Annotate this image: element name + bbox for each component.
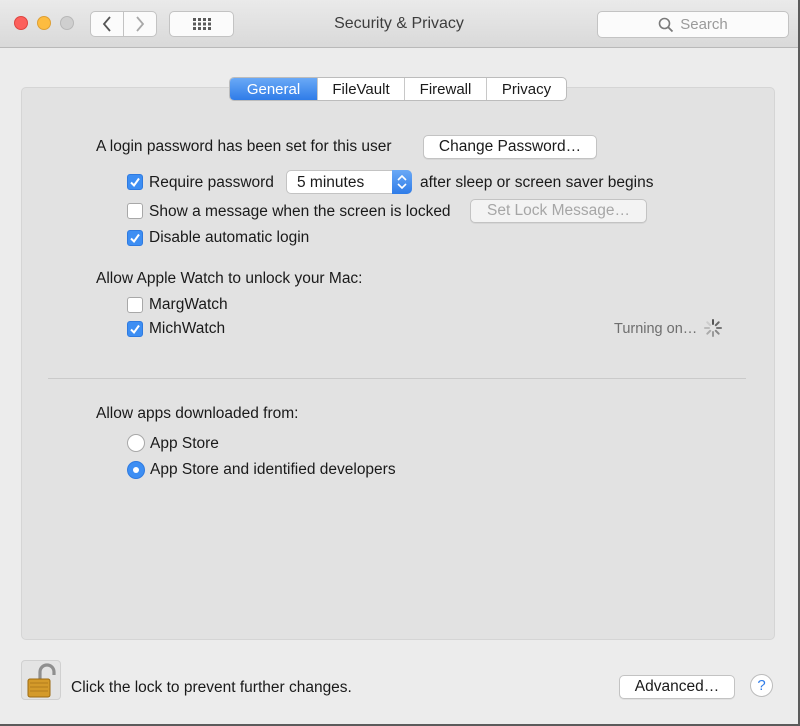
apple-watch-heading: Allow Apple Watch to unlock your Mac:	[96, 270, 363, 287]
history-navigation	[90, 11, 157, 37]
tab-privacy[interactable]: Privacy	[486, 78, 566, 100]
downloads-heading: Allow apps downloaded from:	[96, 405, 299, 422]
show-all-button[interactable]	[169, 11, 234, 37]
disable-auto-login-label: Disable automatic login	[149, 229, 310, 246]
lock-button[interactable]	[21, 660, 61, 700]
grid-icon	[192, 18, 211, 30]
require-password-checkbox[interactable]	[127, 174, 143, 190]
search-icon	[658, 17, 674, 32]
tab-bar: General FileVault Firewall Privacy	[229, 77, 567, 101]
preferences-window: Security & Privacy Search General FileVa…	[0, 0, 800, 726]
margwatch-checkbox[interactable]	[127, 297, 143, 313]
window-title: Security & Privacy	[334, 15, 464, 32]
identified-developers-radio[interactable]	[127, 461, 145, 479]
tab-general[interactable]: General	[230, 78, 317, 100]
tab-filevault[interactable]: FileVault	[317, 78, 404, 100]
search-field[interactable]: Search	[597, 11, 789, 38]
search-placeholder: Search	[680, 16, 728, 33]
watch-status-text: Turning on…	[614, 321, 698, 337]
set-lock-message-button[interactable]: Set Lock Message…	[470, 199, 647, 223]
login-password-text: A login password has been set for this u…	[96, 138, 392, 155]
title-bar: Security & Privacy Search	[0, 0, 798, 48]
interval-value: 5 minutes	[297, 174, 365, 191]
checkmark-icon	[130, 233, 140, 244]
app-store-label: App Store	[150, 435, 219, 452]
unlocked-padlock-icon	[27, 663, 56, 698]
require-password-interval-select[interactable]: 5 minutes	[286, 170, 412, 194]
spinner-icon	[704, 319, 722, 337]
forward-button[interactable]	[123, 12, 156, 36]
identified-developers-label: App Store and identified developers	[150, 461, 396, 478]
app-store-radio[interactable]	[127, 434, 145, 452]
after-sleep-text: after sleep or screen saver begins	[420, 174, 654, 191]
michwatch-checkbox[interactable]	[127, 321, 143, 337]
checkmark-icon	[130, 177, 140, 188]
chevron-right-icon	[136, 16, 145, 32]
require-password-label: Require password	[149, 174, 274, 191]
zoom-window-button[interactable]	[60, 16, 74, 30]
change-password-button[interactable]: Change Password…	[423, 135, 597, 159]
advanced-button[interactable]: Advanced…	[619, 675, 735, 699]
minimize-window-button[interactable]	[37, 16, 51, 30]
margwatch-label: MargWatch	[149, 296, 228, 313]
help-button[interactable]: ?	[750, 674, 773, 697]
radio-selected-dot	[133, 467, 139, 473]
close-window-button[interactable]	[14, 16, 28, 30]
lock-message-text: Click the lock to prevent further change…	[71, 679, 352, 696]
section-divider	[48, 378, 746, 379]
show-message-checkbox[interactable]	[127, 203, 143, 219]
michwatch-label: MichWatch	[149, 320, 226, 337]
disable-auto-login-checkbox[interactable]	[127, 230, 143, 246]
chevron-left-icon	[102, 16, 111, 32]
tab-firewall[interactable]: Firewall	[404, 78, 486, 100]
checkmark-icon	[130, 324, 140, 335]
back-button[interactable]	[91, 12, 123, 36]
show-message-label: Show a message when the screen is locked	[149, 203, 451, 220]
stepper-arrows-icon	[392, 170, 412, 194]
